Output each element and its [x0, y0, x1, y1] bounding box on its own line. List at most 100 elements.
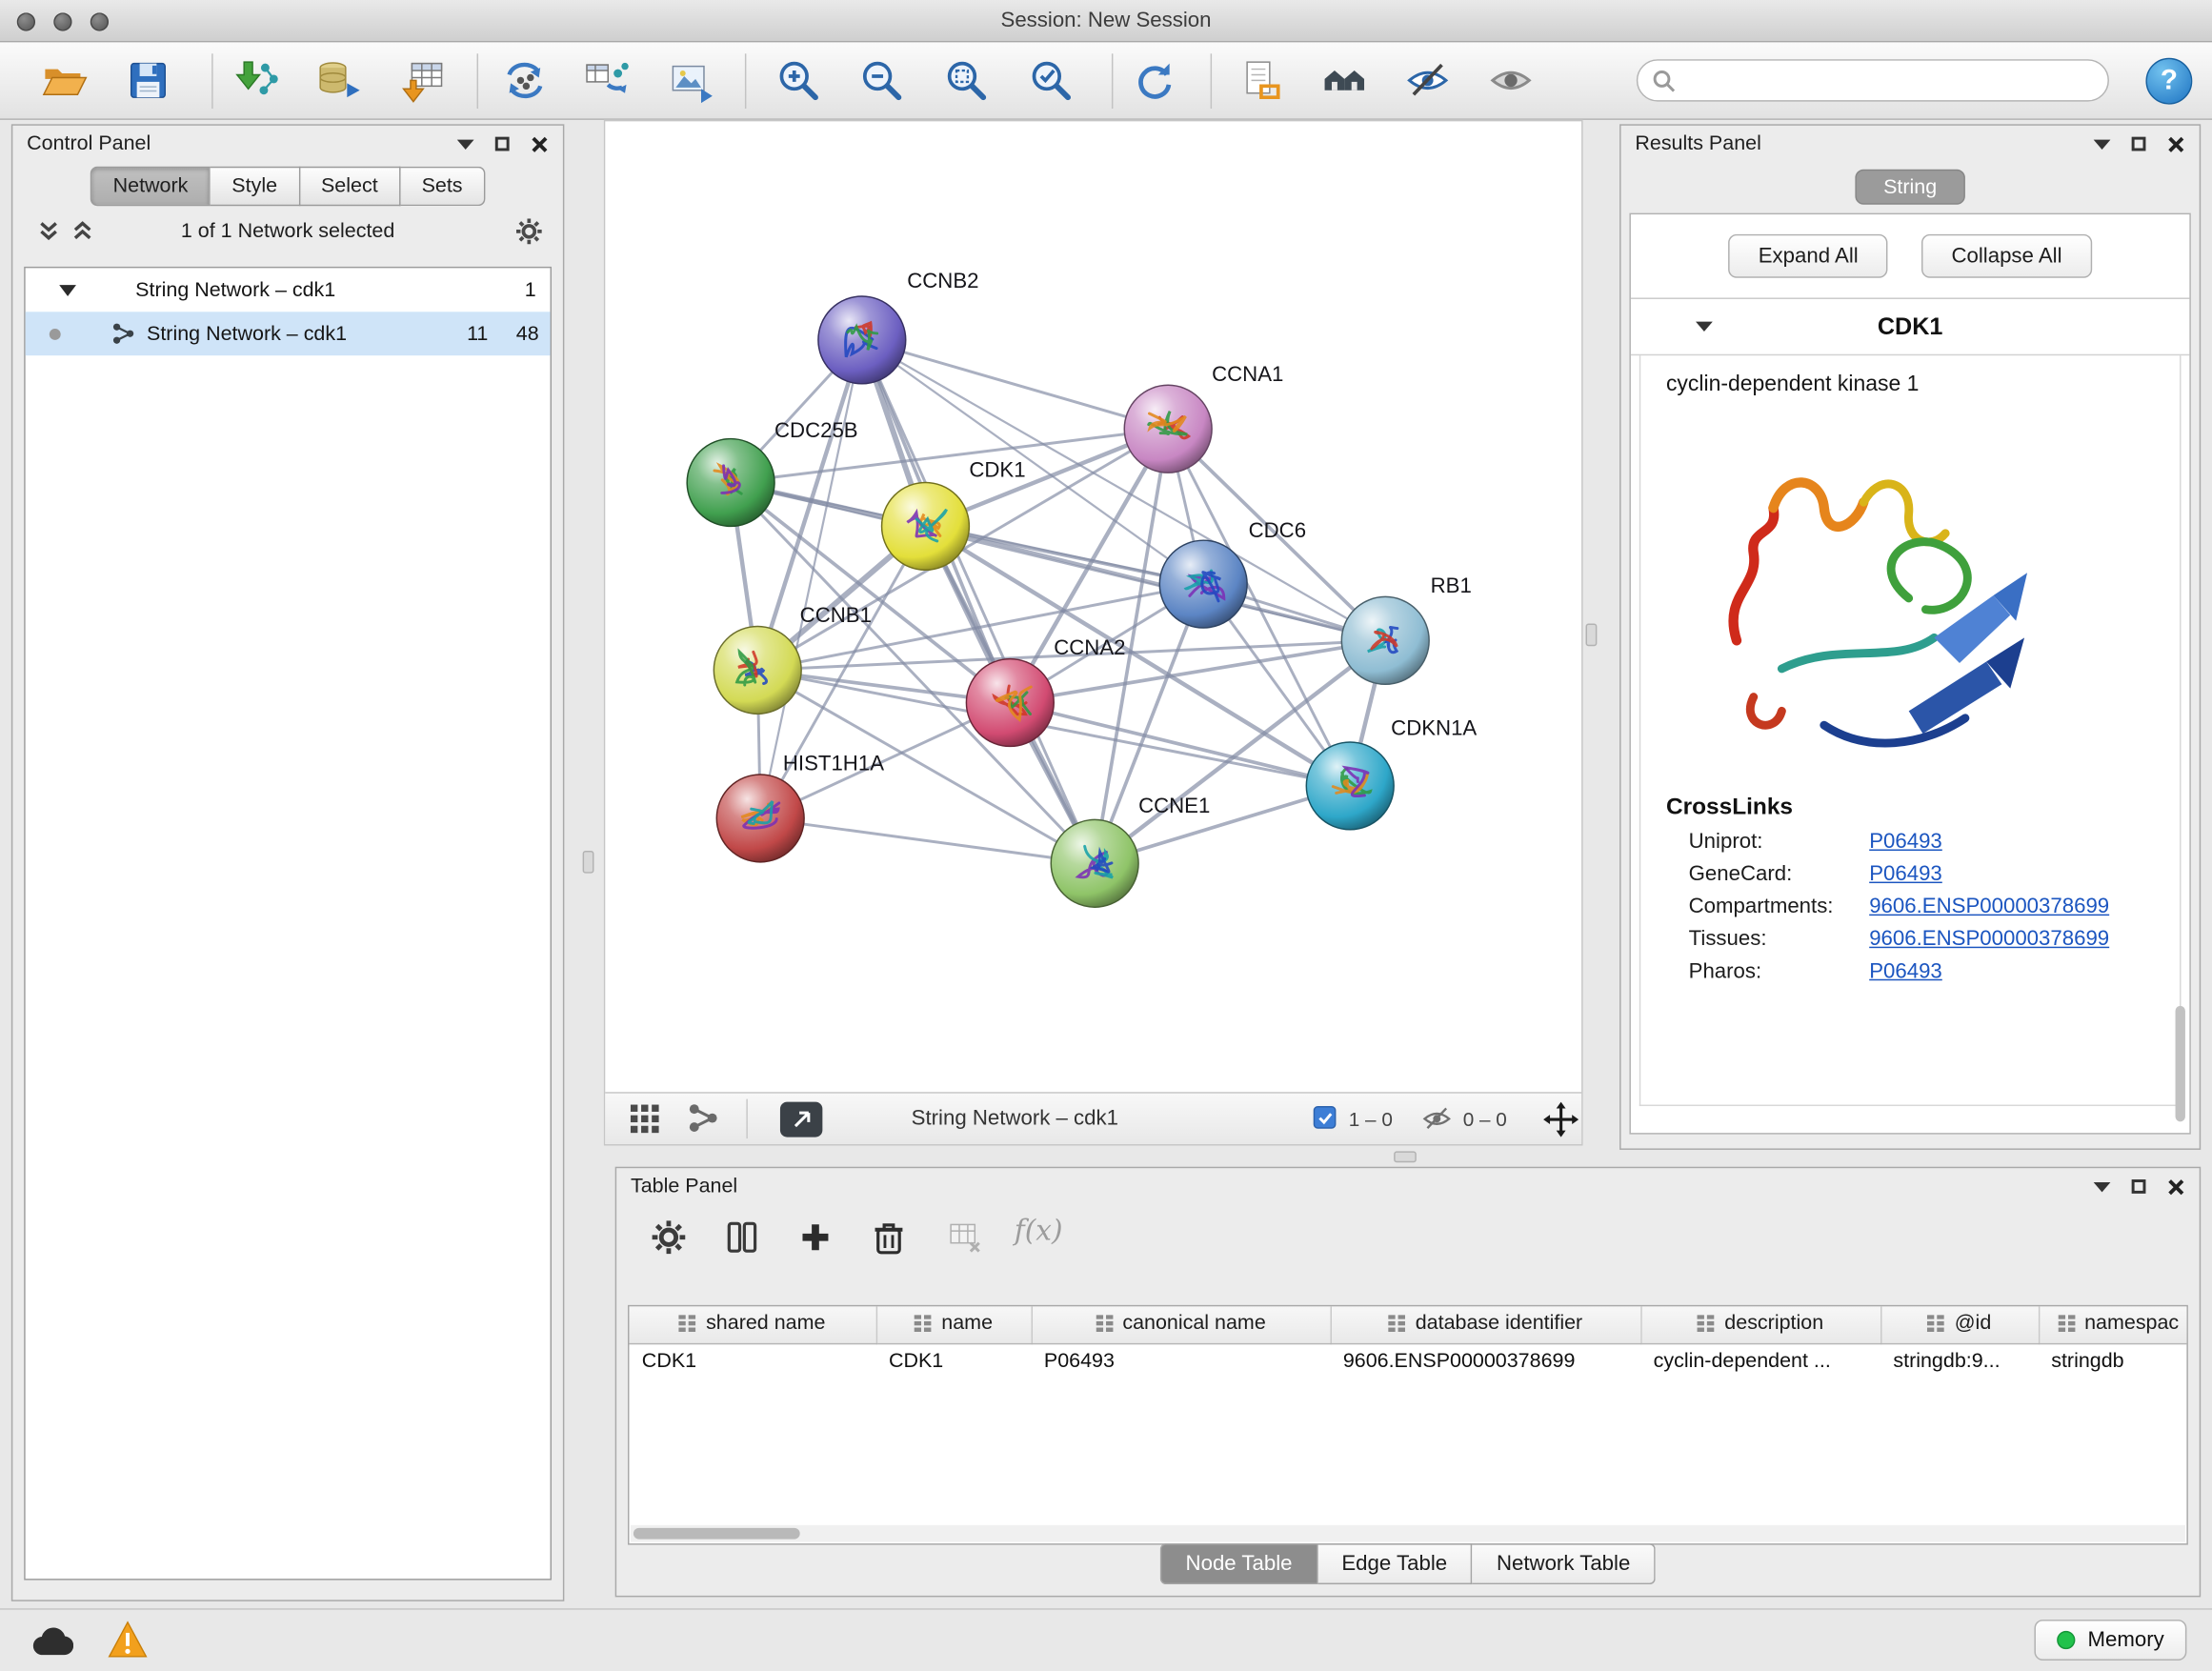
collapse-panel-icon[interactable] [2094, 1181, 2111, 1191]
zoom-window-button[interactable] [90, 12, 109, 30]
zoom-selected-button[interactable] [1027, 56, 1075, 104]
vertical-splitter-handle[interactable] [1586, 624, 1598, 647]
zoom-in-button[interactable] [774, 56, 822, 104]
column-header[interactable]: shared name [629, 1306, 875, 1343]
horizontal-splitter-handle[interactable] [1394, 1151, 1417, 1162]
collapse-all-button[interactable]: Collapse All [1921, 234, 2091, 278]
zoom-fit-button[interactable] [942, 56, 990, 104]
vertical-splitter-handle[interactable] [583, 851, 594, 874]
hidden-eye-icon[interactable] [1420, 1105, 1453, 1134]
close-panel-icon[interactable] [2167, 1178, 2185, 1196]
duplicate-page-button[interactable] [1236, 56, 1283, 104]
table-cell[interactable]: P06493 [1032, 1343, 1331, 1380]
check-icon [1317, 1110, 1332, 1125]
delete-icon[interactable] [871, 1218, 908, 1256]
genecard-link[interactable]: P06493 [1869, 862, 1942, 886]
results-panel-title: Results Panel [1635, 132, 1760, 155]
horizontal-scrollbar[interactable] [631, 1525, 2185, 1542]
clone-network-button[interactable] [501, 56, 549, 104]
table-cell[interactable]: CDK1 [629, 1343, 875, 1380]
table-toolbar: f(x) [616, 1205, 2200, 1276]
cloud-icon[interactable] [29, 1622, 73, 1660]
compartments-link[interactable]: 9606.ENSP00000378699 [1869, 895, 2109, 918]
network-row[interactable]: String Network – cdk1 11 48 [26, 312, 551, 355]
table-row[interactable]: CDK1 CDK1 P06493 9606.ENSP00000378699 cy… [629, 1343, 2187, 1380]
protein-section-header[interactable]: CDK1 [1631, 299, 2189, 355]
search-input[interactable] [1676, 70, 2093, 92]
float-panel-icon[interactable] [495, 137, 510, 151]
create-network-from-table-button[interactable] [583, 56, 631, 104]
tab-select[interactable]: Select [300, 167, 401, 206]
toolbar-separator [745, 53, 746, 109]
tab-node-table[interactable]: Node Table [1160, 1543, 1317, 1584]
minimize-window-button[interactable] [53, 12, 71, 30]
section-expand-icon[interactable] [1696, 322, 1713, 332]
memory-button[interactable]: Memory [2034, 1620, 2186, 1661]
pan-move-icon[interactable] [1543, 1102, 1579, 1137]
tab-string[interactable]: String [1855, 170, 1965, 205]
hide-graphics-details-button[interactable] [1403, 56, 1451, 104]
add-icon[interactable] [797, 1218, 835, 1256]
column-header[interactable]: database identifier [1330, 1306, 1640, 1343]
uniprot-link[interactable]: P06493 [1869, 830, 1942, 854]
crosslink-row: GeneCard: P06493 [1666, 854, 2154, 886]
tab-edge-table[interactable]: Edge Table [1317, 1543, 1473, 1584]
pharos-link[interactable]: P06493 [1869, 959, 1942, 983]
column-header[interactable]: namespac [2039, 1306, 2188, 1343]
table-cell[interactable]: CDK1 [876, 1343, 1032, 1380]
network-share-icon [111, 322, 135, 346]
share-view-icon[interactable] [687, 1102, 719, 1135]
selected-indicator-checkbox[interactable] [1314, 1106, 1337, 1129]
network-tree: String Network – cdk1 1 String Network –… [24, 267, 552, 1580]
crosslink-label: Uniprot: [1689, 830, 1870, 854]
search-box[interactable] [1637, 59, 2109, 101]
save-session-button[interactable] [124, 56, 171, 104]
home-button[interactable] [1320, 56, 1368, 104]
expand-all-button[interactable]: Expand All [1729, 234, 1888, 278]
import-network-button[interactable] [232, 56, 280, 104]
tab-sets[interactable]: Sets [400, 167, 485, 206]
tree-expand-icon[interactable] [59, 284, 76, 295]
zoom-out-button[interactable] [857, 56, 905, 104]
birdseye-view-button[interactable] [780, 1102, 822, 1137]
tab-style[interactable]: Style [211, 167, 300, 206]
tab-network[interactable]: Network [90, 167, 211, 206]
results-scrollbar[interactable] [2176, 1006, 2185, 1121]
gear-icon[interactable] [651, 1218, 688, 1256]
protein-description: cyclin-dependent kinase 1 [1666, 372, 2154, 398]
export-image-button[interactable] [666, 56, 714, 104]
collapse-panel-icon[interactable] [2094, 139, 2111, 149]
function-builder-icon[interactable]: f(x) [1015, 1214, 1063, 1248]
scrollbar-thumb[interactable] [633, 1528, 800, 1540]
collapse-panel-icon[interactable] [457, 139, 474, 149]
node-label: CCNA2 [1054, 635, 1125, 659]
table-cell[interactable]: stringdb:9... [1880, 1343, 2039, 1380]
show-graphics-details-button[interactable] [1487, 56, 1535, 104]
close-panel-icon[interactable] [531, 134, 549, 152]
close-window-button[interactable] [17, 12, 35, 30]
import-network-from-database-button[interactable] [314, 56, 362, 104]
column-header[interactable]: description [1640, 1306, 1880, 1343]
import-table-button[interactable] [399, 56, 447, 104]
columns-icon[interactable] [724, 1218, 761, 1256]
table-cell[interactable]: 9606.ENSP00000378699 [1330, 1343, 1640, 1380]
gear-icon[interactable] [515, 217, 544, 246]
memory-label: Memory [2087, 1628, 2163, 1652]
refresh-button[interactable] [1130, 56, 1177, 104]
column-header[interactable]: name [876, 1306, 1032, 1343]
tissues-link[interactable]: 9606.ENSP00000378699 [1869, 927, 2109, 951]
network-canvas[interactable]: CCNB2CCNA1CDC25BCDK1CDC6RB1CCNB1CCNA2CDK… [605, 121, 1584, 1093]
open-session-button[interactable] [39, 56, 87, 104]
grid-view-icon[interactable] [628, 1102, 662, 1137]
warning-icon[interactable] [106, 1620, 150, 1661]
column-header[interactable]: @id [1880, 1306, 2039, 1343]
float-panel-icon[interactable] [2132, 1179, 2146, 1194]
float-panel-icon[interactable] [2132, 137, 2146, 151]
close-panel-icon[interactable] [2167, 134, 2185, 152]
network-collection-row[interactable]: String Network – cdk1 1 [26, 268, 551, 312]
tab-network-table[interactable]: Network Table [1473, 1543, 1656, 1584]
table-cell[interactable]: cyclin-dependent ... [1640, 1343, 1880, 1380]
column-header[interactable]: canonical name [1032, 1306, 1331, 1343]
help-button[interactable]: ? [2145, 58, 2192, 105]
table-cell[interactable]: stringdb [2039, 1343, 2188, 1380]
